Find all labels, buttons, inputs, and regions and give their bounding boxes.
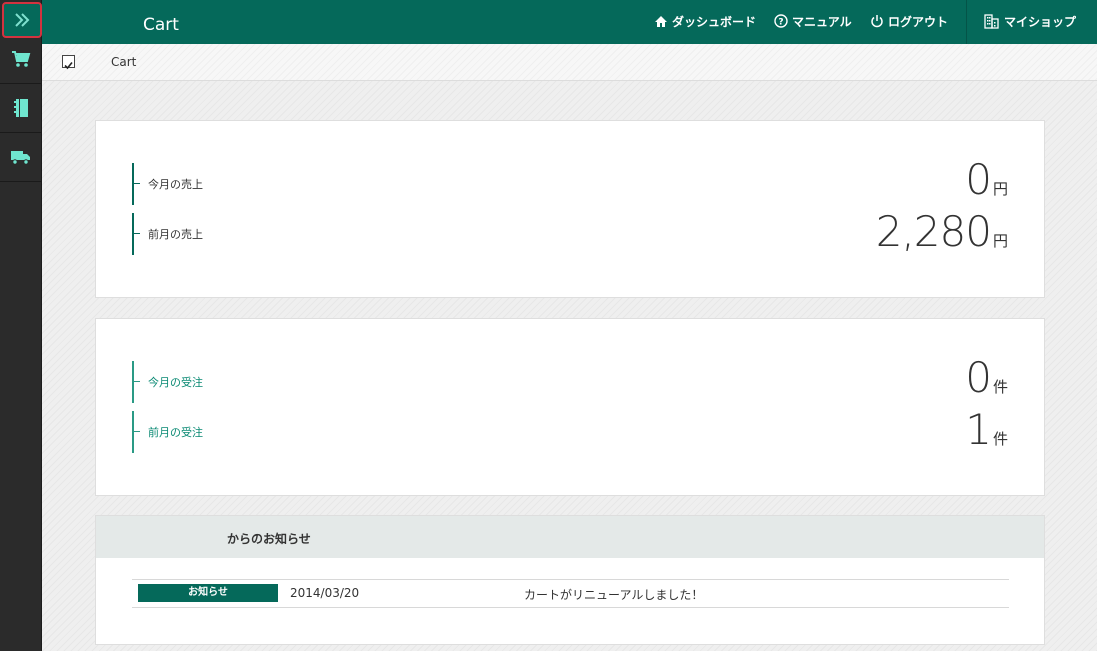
notebook-icon <box>13 99 28 117</box>
breadcrumb-checkbox[interactable] <box>62 55 75 70</box>
nav-myshop-label: マイショップ <box>1004 14 1077 29</box>
nav-dashboard-label: ダッシュボード <box>672 14 757 29</box>
power-icon <box>871 15 883 28</box>
truck-icon <box>10 151 30 165</box>
orders-this-month-unit: 件 <box>992 378 1008 396</box>
nav-myshop-link[interactable]: マイショップ <box>984 12 1076 30</box>
orders-last-month-unit: 件 <box>992 430 1008 448</box>
sidebar-item-delivery[interactable] <box>0 133 41 182</box>
header-divider <box>966 0 967 44</box>
home-icon <box>655 15 667 27</box>
checkmark-icon <box>64 61 73 70</box>
app-title: Cart <box>143 15 179 35</box>
help-circle-icon: ? <box>774 14 788 28</box>
orders-this-month-label: 今月の受注 <box>132 361 203 403</box>
sales-last-month-label: 前月の売上 <box>132 213 203 255</box>
top-header: Cart ダッシュボード ? マニュアル ログアウト マイショップ <box>42 0 1097 44</box>
cart-icon <box>11 51 30 67</box>
sales-this-month-number: 0 <box>965 155 992 204</box>
orders-last-month-label: 前月の受注 <box>132 411 203 453</box>
news-header: からのお知らせ <box>96 516 1044 558</box>
sales-last-month-number: 2,280 <box>875 207 992 256</box>
sales-last-month-unit: 円 <box>992 232 1008 250</box>
sidebar <box>0 0 42 651</box>
orders-summary-card: 今月の受注 前月の受注 0 件 1 件 <box>95 318 1045 496</box>
nav-logout-link[interactable]: ログアウト <box>870 12 948 30</box>
news-card: からのお知らせ お知らせ 2014/03/20 カートがリニューアルしました！ <box>95 515 1045 645</box>
orders-last-month-value: 1 件 <box>965 405 1008 454</box>
orders-this-month-number: 0 <box>965 353 992 402</box>
news-title: からのお知らせ <box>227 532 311 546</box>
breadcrumb-label: Cart <box>111 55 137 69</box>
news-text: カートがリニューアルしました！ <box>524 588 704 602</box>
orders-last-month-number: 1 <box>965 405 992 454</box>
nav-manual-link[interactable]: ? マニュアル <box>774 12 852 30</box>
sales-this-month-label: 今月の売上 <box>132 163 203 205</box>
nav-logout-label: ログアウト <box>888 14 949 29</box>
nav-dashboard-link[interactable]: ダッシュボード <box>654 12 756 30</box>
sales-summary-card: 今月の売上 前月の売上 0 円 2,280 円 <box>95 120 1045 298</box>
news-badge: お知らせ <box>138 584 278 602</box>
sales-last-month-value: 2,280 円 <box>876 207 1008 256</box>
sidebar-toggle-button[interactable] <box>2 2 42 38</box>
nav-manual-label: マニュアル <box>792 14 852 29</box>
svg-text:?: ? <box>778 18 783 28</box>
news-item[interactable]: お知らせ 2014/03/20 カートがリニューアルしました！ <box>132 579 1009 608</box>
sales-this-month-unit: 円 <box>992 180 1008 198</box>
building-icon <box>984 13 999 29</box>
sidebar-item-cart[interactable] <box>0 35 41 84</box>
news-date: 2014/03/20 <box>290 586 360 600</box>
breadcrumb: Cart <box>42 44 1097 81</box>
sales-this-month-value: 0 円 <box>965 155 1008 204</box>
orders-this-month-value: 0 件 <box>965 353 1008 402</box>
double-chevron-right-icon <box>15 13 30 27</box>
sidebar-item-notebook[interactable] <box>0 84 41 133</box>
